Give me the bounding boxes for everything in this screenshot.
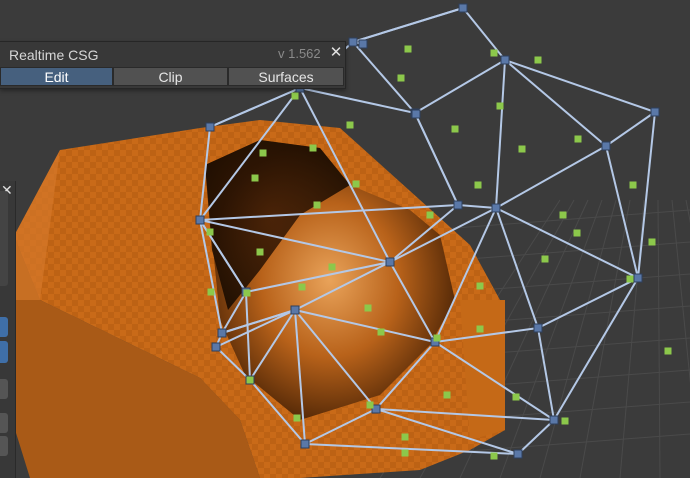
side-panel-strip [0,191,8,286]
vertex-handle[interactable] [217,328,227,338]
edge-center-handle[interactable] [207,288,215,296]
wireframe-edge [504,59,656,113]
realtime-csg-panel: Realtime CSG v 1.562 ✕ Edit Clip Surface… [0,41,346,89]
wireframe-edge [414,59,506,114]
side-button[interactable] [0,436,8,456]
orange-brush-geometry[interactable] [12,120,505,478]
edge-center-handle[interactable] [561,417,569,425]
edge-center-handle[interactable] [298,283,306,291]
wireframe-edge [605,111,656,147]
wireframe-edge [517,419,555,455]
edge-center-handle[interactable] [404,45,412,53]
tab-surfaces[interactable]: Surfaces [228,67,344,86]
vertex-handle[interactable] [358,39,368,49]
wireframe-edge [352,7,464,43]
edge-center-handle[interactable] [573,229,581,237]
side-button[interactable] [0,379,8,399]
version-label: v 1.562 [278,46,321,61]
vertex-handle[interactable] [205,122,215,132]
wireframe-edge [457,204,497,209]
edge-center-handle[interactable] [401,449,409,457]
close-icon[interactable]: ✕ [329,43,343,61]
edge-center-handle[interactable] [626,275,634,283]
edge-center-handle[interactable] [512,393,520,401]
side-panel: ✕ [0,181,16,478]
edge-center-handle[interactable] [574,135,582,143]
vertex-handle[interactable] [491,203,501,213]
vertex-handle[interactable] [411,109,421,119]
edge-center-handle[interactable] [476,325,484,333]
wireframe-edge [605,145,639,279]
edge-center-handle[interactable] [648,238,656,246]
edge-center-handle[interactable] [377,328,385,336]
edge-center-handle[interactable] [433,334,441,342]
edge-center-handle[interactable] [443,391,451,399]
edge-center-handle[interactable] [559,211,567,219]
edge-center-handle[interactable] [309,144,317,152]
vertex-handle[interactable] [300,439,310,449]
vertex-handle[interactable] [500,55,510,65]
edge-center-handle[interactable] [251,174,259,182]
edge-center-handle[interactable] [366,401,374,409]
tab-edit[interactable]: Edit [0,67,113,86]
wireframe-edge [504,59,607,147]
vertex-handle[interactable] [650,107,660,117]
edge-center-handle[interactable] [518,145,526,153]
tab-clip[interactable]: Clip [113,67,228,86]
edge-center-handle[interactable] [328,263,336,271]
edge-center-handle[interactable] [346,121,354,129]
edge-center-handle[interactable] [243,289,251,297]
vertex-handle[interactable] [549,415,559,425]
edge-center-handle[interactable] [490,452,498,460]
vertex-handle[interactable] [601,141,611,151]
edge-center-handle[interactable] [397,74,405,82]
edge-center-handle[interactable] [490,49,498,57]
side-blue-button[interactable] [0,317,8,337]
edge-center-handle[interactable] [496,102,504,110]
edge-center-handle[interactable] [313,201,321,209]
edge-center-handle[interactable] [364,304,372,312]
edge-center-handle[interactable] [259,149,267,157]
edge-center-handle[interactable] [206,228,214,236]
edge-center-handle[interactable] [256,248,264,256]
edge-center-handle[interactable] [541,255,549,263]
wireframe-edge [495,145,607,209]
vertex-handle[interactable] [211,342,221,352]
wireframe-edge [462,7,506,61]
vertex-handle[interactable] [453,200,463,210]
vertex-handle[interactable] [533,323,543,333]
vertex-handle[interactable] [385,257,395,267]
edge-center-handle[interactable] [664,347,672,355]
edge-center-handle[interactable] [476,282,484,290]
vertex-handle[interactable] [348,37,358,47]
edge-center-handle[interactable] [451,125,459,133]
vertex-handle[interactable] [195,215,205,225]
edge-center-handle[interactable] [629,181,637,189]
edge-center-handle[interactable] [291,92,299,100]
side-blue-button[interactable] [0,341,8,363]
vertex-handle[interactable] [458,3,468,13]
wireframe-edge [537,327,555,421]
edge-center-handle[interactable] [426,211,434,219]
edge-center-handle[interactable] [246,376,254,384]
vertex-handle[interactable] [290,305,300,315]
edge-center-handle[interactable] [474,181,482,189]
wireframe-edge [495,59,506,209]
panel-title: Realtime CSG [9,47,99,63]
edge-center-handle[interactable] [401,433,409,441]
wireframe-edge [637,111,656,279]
edge-center-handle[interactable] [534,56,542,64]
side-button[interactable] [0,413,8,433]
edge-center-handle[interactable] [293,414,301,422]
edge-center-handle[interactable] [352,180,360,188]
csg-mode-tabs: Edit Clip Surfaces [0,67,344,86]
vertex-handle[interactable] [513,449,523,459]
vertex-handle[interactable] [633,273,643,283]
